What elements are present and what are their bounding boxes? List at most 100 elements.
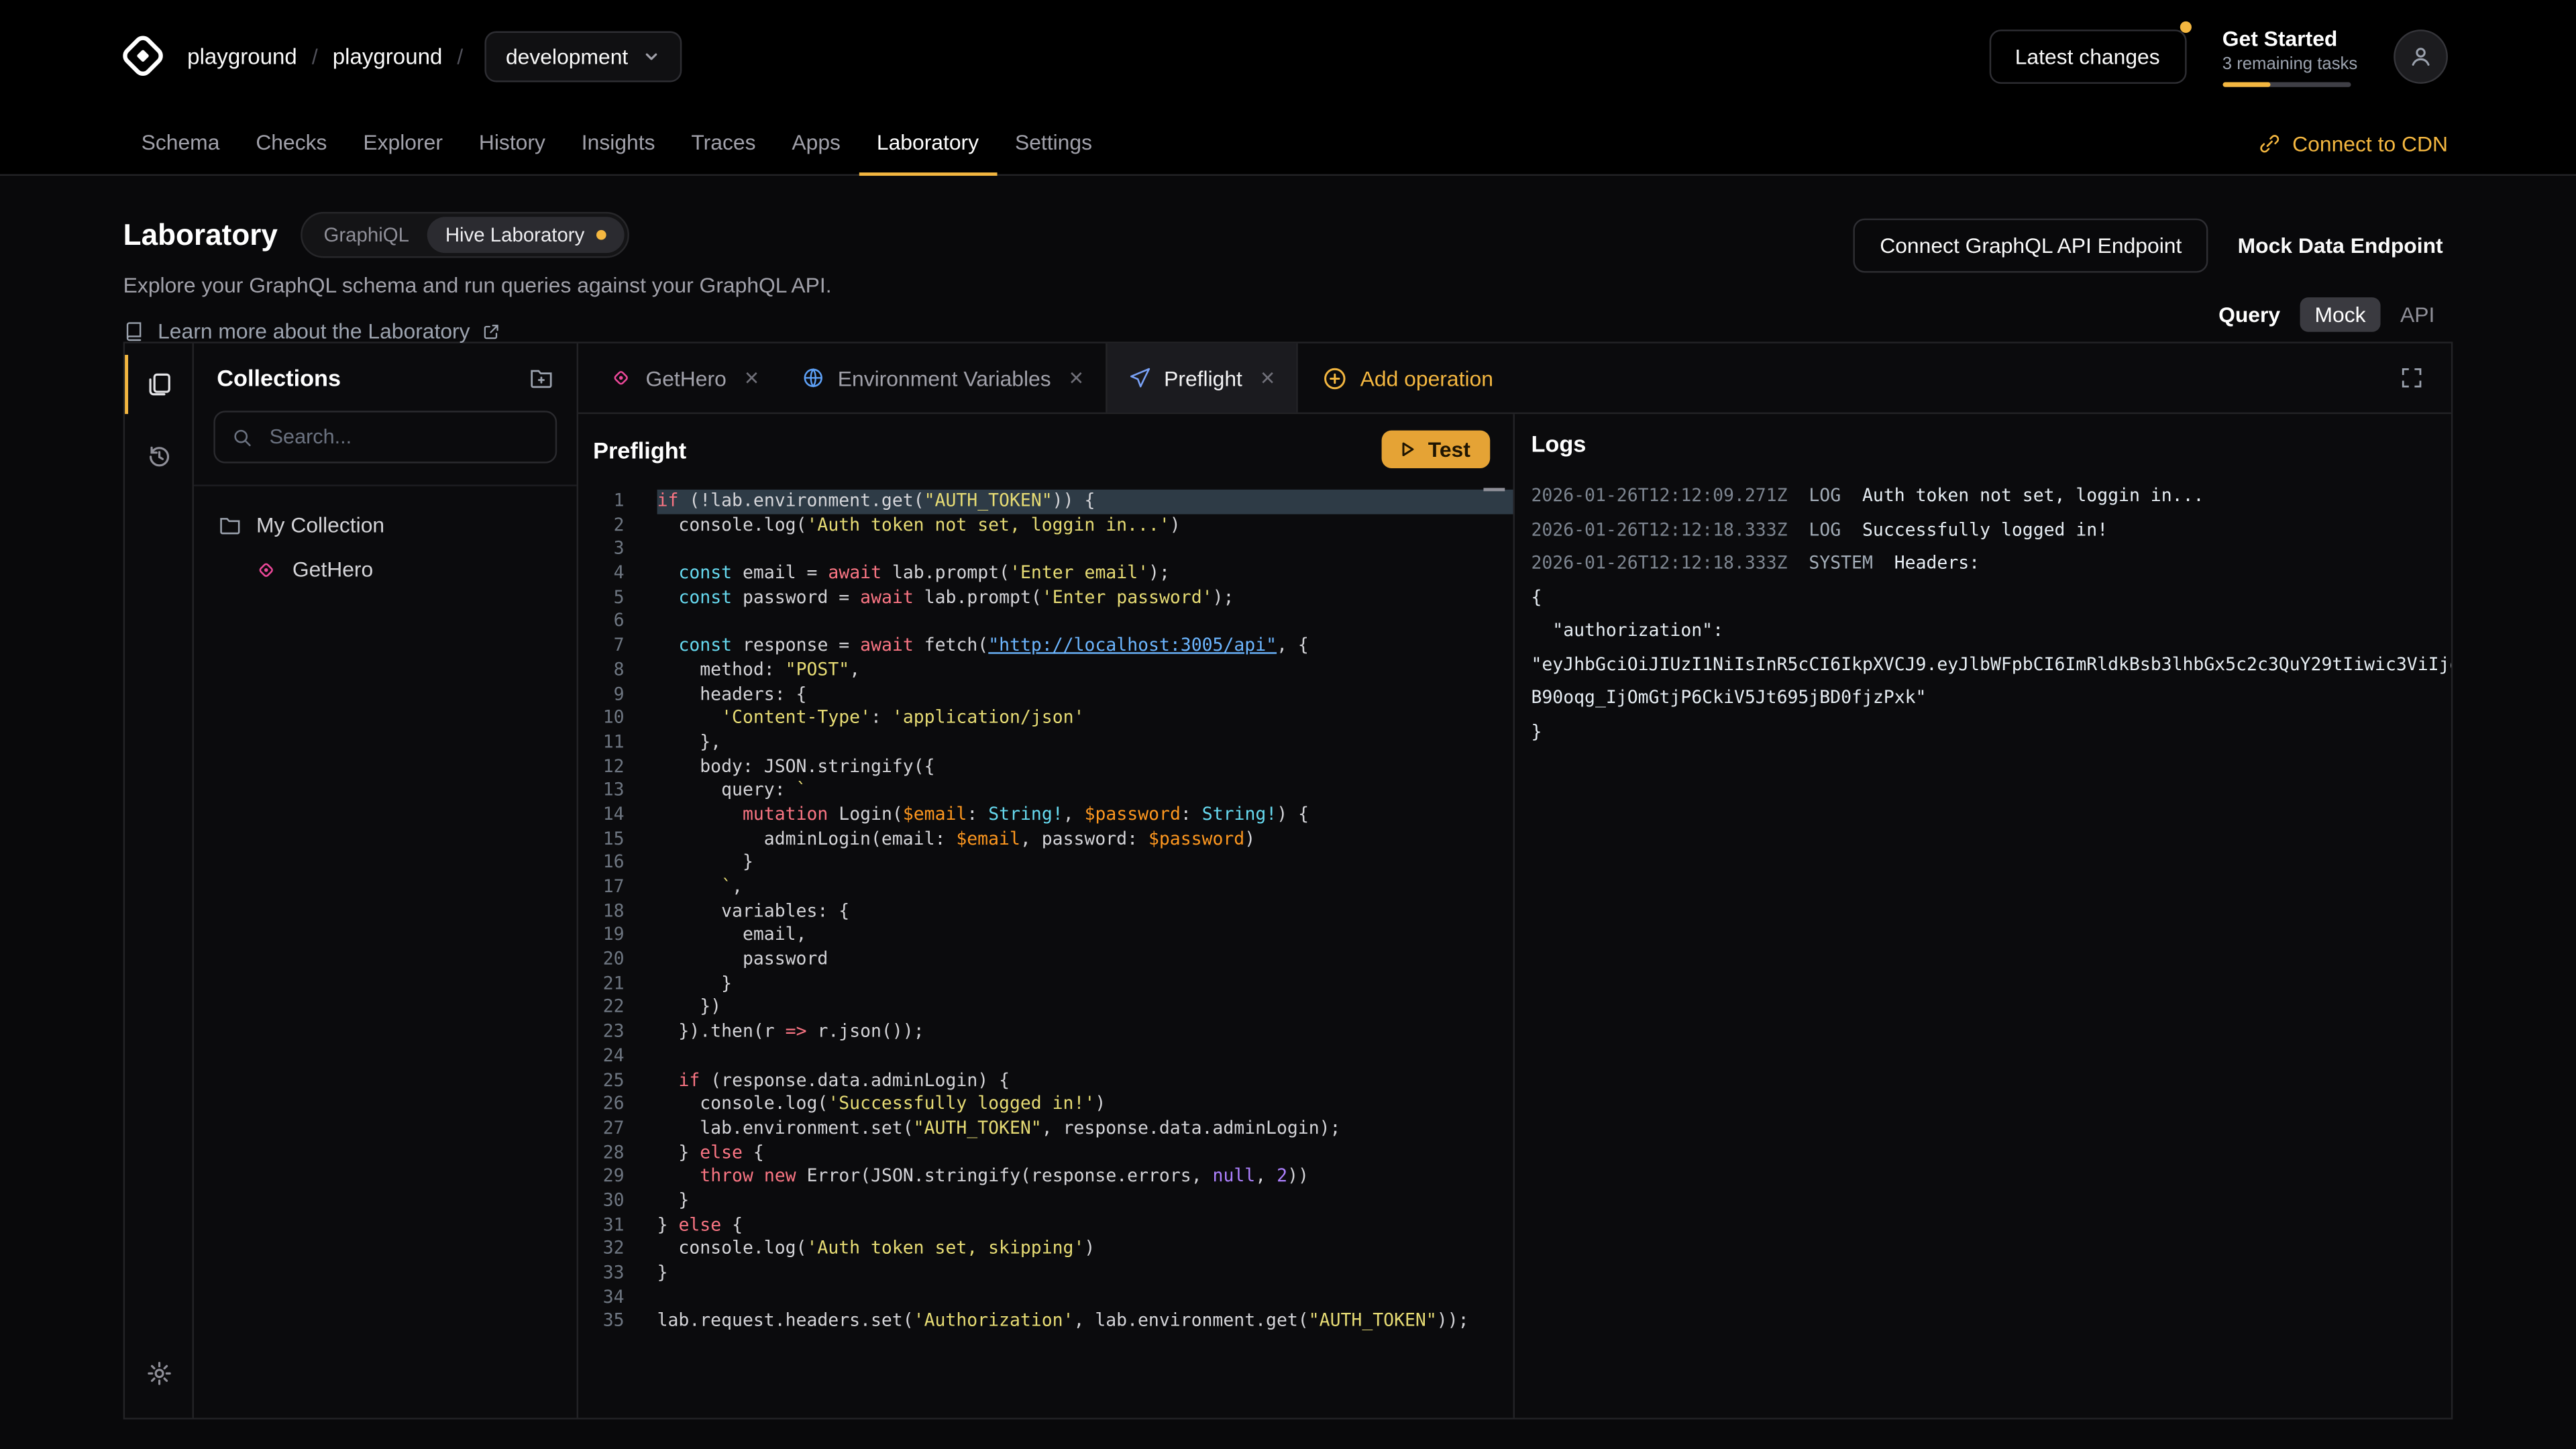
code-line-2[interactable]: 2 console.log('Auth token not set, loggi… xyxy=(578,514,1513,538)
code-line-14[interactable]: 14 mutation Login($email: String!, $pass… xyxy=(578,803,1513,827)
mode-option-graphiql[interactable]: GraphiQL xyxy=(306,217,427,253)
code-editor[interactable]: 1if (!lab.environment.get("AUTH_TOKEN"))… xyxy=(578,476,1513,1417)
nav-tab-schema[interactable]: Schema xyxy=(123,112,238,176)
line-number: 19 xyxy=(578,924,625,948)
get-started-progress-fill xyxy=(2222,81,2271,86)
code-line-17[interactable]: 17 `, xyxy=(578,875,1513,900)
tab-gethero[interactable]: GetHero× xyxy=(588,343,780,413)
code-line-1[interactable]: 1if (!lab.environment.get("AUTH_TOKEN"))… xyxy=(578,490,1513,514)
tree-item-gethero[interactable]: GetHero xyxy=(194,547,577,592)
laboratory-mode-toggle: GraphiQLHive Laboratory xyxy=(301,212,629,258)
rail-collections-button[interactable] xyxy=(125,360,192,409)
fullscreen-button[interactable] xyxy=(2372,343,2451,413)
nav-tab-traces[interactable]: Traces xyxy=(673,112,773,176)
code-line-23[interactable]: 23 }).then(r => r.json()); xyxy=(578,1020,1513,1044)
new-collection-icon[interactable] xyxy=(529,366,554,390)
collections-title: Collections xyxy=(217,365,341,391)
code-line-7[interactable]: 7 const response = await fetch("http://l… xyxy=(578,635,1513,659)
code-line-13[interactable]: 13 query: ` xyxy=(578,779,1513,803)
nav-tab-history[interactable]: History xyxy=(461,112,564,176)
line-number: 31 xyxy=(578,1214,625,1238)
code-line-19[interactable]: 19 email, xyxy=(578,924,1513,948)
code-line-29[interactable]: 29 throw new Error(JSON.stringify(respon… xyxy=(578,1165,1513,1189)
mode-option-hive-laboratory[interactable]: Hive Laboratory xyxy=(427,217,624,253)
nav-tab-checks[interactable]: Checks xyxy=(237,112,345,176)
line-number: 5 xyxy=(578,586,625,610)
tab-label: Environment Variables xyxy=(838,366,1051,390)
close-tab-icon[interactable]: × xyxy=(745,366,759,390)
mock-data-endpoint-button[interactable]: Mock Data Endpoint xyxy=(2228,220,2453,271)
get-started-title: Get Started xyxy=(2222,25,2358,50)
rail-settings-button[interactable] xyxy=(125,1349,192,1398)
target-selector[interactable]: development xyxy=(484,30,682,81)
line-number: 14 xyxy=(578,803,625,827)
nav-tab-explorer[interactable]: Explorer xyxy=(345,112,460,176)
code-line-3[interactable]: 3 xyxy=(578,538,1513,562)
nav-tab-apps[interactable]: Apps xyxy=(773,112,858,176)
breadcrumb-org[interactable]: playground xyxy=(187,44,297,68)
code-line-9[interactable]: 9 headers: { xyxy=(578,683,1513,707)
close-tab-icon[interactable]: × xyxy=(1069,366,1083,390)
line-number: 25 xyxy=(578,1069,625,1093)
code-line-34[interactable]: 34 xyxy=(578,1286,1513,1310)
rail-history-button[interactable] xyxy=(125,432,192,481)
code-line-5[interactable]: 5 const password = await lab.prompt('Ent… xyxy=(578,586,1513,610)
code-line-16[interactable]: 16 } xyxy=(578,851,1513,875)
get-started-progress-bar xyxy=(2222,81,2351,86)
test-button[interactable]: Test xyxy=(1382,431,1490,468)
code-line-27[interactable]: 27 lab.environment.set("AUTH_TOKEN", res… xyxy=(578,1117,1513,1141)
code-line-12[interactable]: 12 body: JSON.stringify({ xyxy=(578,755,1513,779)
nav-tab-settings[interactable]: Settings xyxy=(997,112,1110,176)
log-entry: "authorization": xyxy=(1531,619,2451,642)
nav-tab-insights[interactable]: Insights xyxy=(564,112,674,176)
code-line-20[interactable]: 20 password xyxy=(578,948,1513,972)
line-number: 15 xyxy=(578,827,625,851)
learn-more-label: Learn more about the Laboratory xyxy=(158,319,470,343)
code-line-11[interactable]: 11 }, xyxy=(578,731,1513,755)
latest-changes-button[interactable]: Latest changes xyxy=(1989,29,2186,83)
connect-cdn-link[interactable]: Connect to CDN xyxy=(2259,112,2448,174)
code-line-32[interactable]: 32 console.log('Auth token set, skipping… xyxy=(578,1238,1513,1262)
code-line-22[interactable]: 22 }) xyxy=(578,996,1513,1020)
code-line-24[interactable]: 24 xyxy=(578,1044,1513,1069)
collapse-editor-handle[interactable] xyxy=(1483,488,1505,491)
code-line-6[interactable]: 6 xyxy=(578,610,1513,635)
folder-icon xyxy=(219,513,241,536)
tab-preflight[interactable]: Preflight× xyxy=(1105,343,1298,413)
breadcrumb-project[interactable]: playground xyxy=(333,44,443,68)
avatar[interactable] xyxy=(2394,29,2448,83)
endpoint-option-mock[interactable]: Mock xyxy=(2300,297,2380,331)
code-line-28[interactable]: 28 } else { xyxy=(578,1141,1513,1165)
line-number: 17 xyxy=(578,875,625,900)
collections-tree: My CollectionGetHero xyxy=(194,486,577,608)
connect-graphql-api-endpoint-button[interactable]: Connect GraphQL API Endpoint xyxy=(1854,219,2208,273)
learn-more-link[interactable]: Learn more about the Laboratory xyxy=(123,319,500,343)
code-line-31[interactable]: 31} else { xyxy=(578,1214,1513,1238)
code-line-33[interactable]: 33} xyxy=(578,1262,1513,1286)
code-line-18[interactable]: 18 variables: { xyxy=(578,900,1513,924)
get-started-widget[interactable]: Get Started 3 remaining tasks xyxy=(2222,25,2358,87)
tab-environment-variables[interactable]: Environment Variables × xyxy=(780,343,1105,413)
close-tab-icon[interactable]: × xyxy=(1260,366,1275,390)
tree-item-my-collection[interactable]: My Collection xyxy=(194,502,577,547)
line-number: 10 xyxy=(578,707,625,731)
code-line-30[interactable]: 30 } xyxy=(578,1189,1513,1214)
code-line-21[interactable]: 21 } xyxy=(578,972,1513,996)
code-line-4[interactable]: 4 const email = await lab.prompt('Enter … xyxy=(578,562,1513,586)
endpoint-option-api[interactable]: API xyxy=(2385,297,2449,331)
code-line-26[interactable]: 26 console.log('Successfully logged in!'… xyxy=(578,1093,1513,1117)
hive-logo-icon[interactable] xyxy=(118,32,167,80)
line-number: 16 xyxy=(578,851,625,875)
search-input[interactable] xyxy=(266,424,539,450)
line-number: 33 xyxy=(578,1262,625,1286)
graphql-operation-icon xyxy=(255,557,278,580)
code-line-35[interactable]: 35lab.request.headers.set('Authorization… xyxy=(578,1310,1513,1334)
code-line-15[interactable]: 15 adminLogin(email: $email, password: $… xyxy=(578,827,1513,851)
code-line-25[interactable]: 25 if (response.data.adminLogin) { xyxy=(578,1069,1513,1093)
add-operation-button[interactable]: Add operation xyxy=(1298,343,1518,413)
active-mode-dot xyxy=(596,230,606,240)
nav-tab-laboratory[interactable]: Laboratory xyxy=(859,112,997,176)
code-line-10[interactable]: 10 'Content-Type': 'application/json' xyxy=(578,707,1513,731)
code-line-8[interactable]: 8 method: "POST", xyxy=(578,659,1513,683)
page-title: Laboratory xyxy=(123,217,278,252)
